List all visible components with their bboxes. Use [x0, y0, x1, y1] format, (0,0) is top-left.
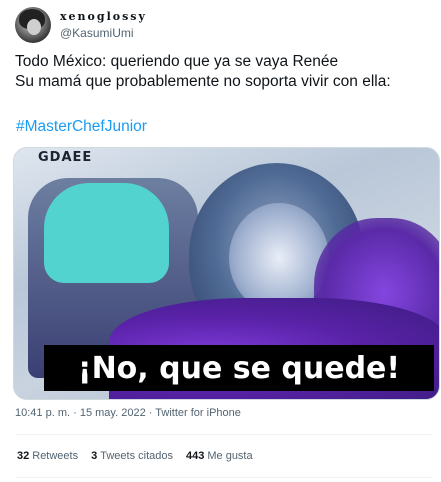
avatar[interactable]	[15, 7, 51, 43]
tweet-meta: 10:41 p. m. · 15 may. 2022 · Twitter for…	[15, 407, 241, 419]
divider	[15, 477, 433, 478]
retweets-label: Retweets	[32, 450, 79, 462]
likes-stat[interactable]: 443 Me gusta	[186, 450, 253, 462]
retweets-count: 32	[17, 450, 30, 462]
meta-separator-2: ·	[148, 407, 153, 419]
quotes-count: 3	[91, 450, 98, 462]
author-display-name[interactable]: xenoglossy	[60, 8, 147, 25]
hashtag-link[interactable]: #MasterChefJunior	[16, 118, 147, 136]
likes-label: Me gusta	[207, 450, 253, 462]
image-caption: ¡No, que se quede!	[77, 350, 401, 386]
tweet-stats: 32 Retweets 3 Tweets citados 443 Me gusta	[17, 450, 253, 462]
avatar-face	[27, 19, 41, 35]
tweet-time[interactable]: 10:41 p. m.	[15, 407, 70, 419]
tweet-media-image[interactable]: GDAEE ¡No, que se quede!	[13, 147, 440, 400]
tweet-text-line-2: Su mamá que probablemente no soporta viv…	[15, 73, 391, 90]
tweet-header: xenoglossy @KasumiUmi	[15, 5, 147, 45]
divider	[15, 434, 433, 435]
image-teal-shape	[44, 183, 169, 283]
quotes-stat[interactable]: 3 Tweets citados	[91, 450, 173, 462]
likes-count: 443	[186, 450, 205, 462]
tweet-text: Todo México: queriendo que ya se vaya Re…	[15, 52, 435, 92]
tweet-source[interactable]: Twitter for iPhone	[155, 407, 241, 419]
author-handle[interactable]: @KasumiUmi	[60, 25, 147, 42]
retweets-stat[interactable]: 32 Retweets	[17, 450, 78, 462]
tweet-text-line-1: Todo México: queriendo que ya se vaya Re…	[15, 53, 339, 70]
author-names: xenoglossy @KasumiUmi	[60, 8, 147, 42]
meta-separator: ·	[73, 407, 77, 419]
quotes-label: Tweets citados	[100, 450, 173, 462]
image-logo: GDAEE	[38, 150, 93, 165]
tweet-date[interactable]: 15 may. 2022	[80, 407, 146, 419]
